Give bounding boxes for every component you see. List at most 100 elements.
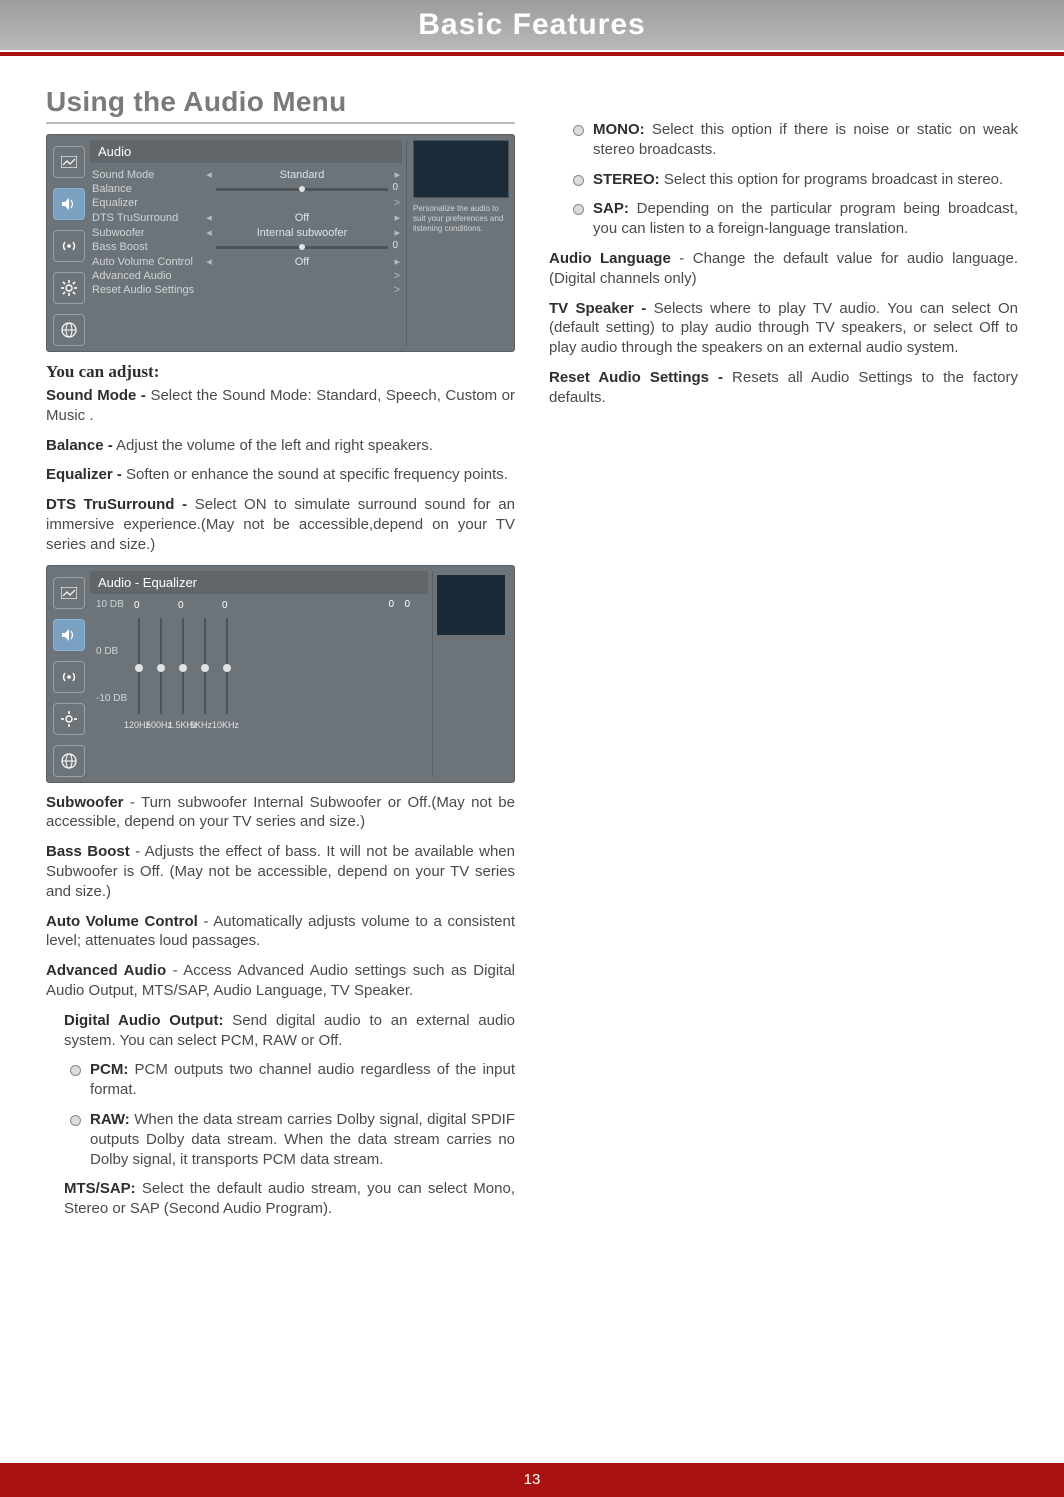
settings-icon[interactable] (53, 703, 85, 735)
sublist-mts-opts: MONO: Select this option if there is noi… (567, 120, 1018, 358)
para-dao: Digital Audio Output: Send digital audio… (64, 1011, 515, 1051)
para-subwoofer: Subwoofer - Turn subwoofer Internal Subw… (46, 793, 515, 833)
para-bass: Bass Boost - Adjusts the effect of bass.… (46, 842, 515, 901)
chevron-right-icon[interactable]: > (390, 284, 400, 296)
eq-slider[interactable]: 01.5KHz (182, 618, 184, 714)
section-title: Using the Audio Menu (46, 86, 515, 118)
label: Subwoofer (92, 227, 204, 239)
eq-y-axis: 10 DB 0 DB -10 DB (96, 599, 127, 704)
label: Equalizer (92, 197, 204, 209)
label: Balance (92, 183, 204, 195)
bullet-stereo: STEREO: Select this option for programs … (567, 170, 1018, 190)
sublist-dao: Digital Audio Output: Send digital audio… (64, 1011, 515, 1219)
bullet-pcm: PCM: PCM outputs two channel audio regar… (64, 1060, 515, 1100)
section-rule (46, 122, 515, 124)
page-number: 13 (524, 1471, 541, 1488)
right-arrow-icon[interactable]: ▸ (390, 211, 400, 224)
eq-slider[interactable]: 500Hz (160, 618, 162, 714)
header-banner: Basic Features (0, 0, 1064, 50)
row-dts[interactable]: DTS TruSurround ◂ Off ▸ (90, 210, 402, 225)
eq-slider[interactable]: 0120Hz (138, 618, 140, 714)
network-icon[interactable] (53, 314, 85, 346)
broadcast-icon[interactable] (53, 661, 85, 693)
label: Advanced Audio (92, 270, 204, 282)
para-audiolang: Audio Language - Change the default valu… (549, 249, 1018, 289)
equalizer-menu: Audio - Equalizer 10 DB 0 DB -10 DB 0 0 … (46, 565, 515, 783)
equalizer-title: Audio - Equalizer (90, 571, 428, 594)
row-advanced[interactable]: Advanced Audio > (90, 269, 402, 283)
para-balance: Balance - Adjust the volume of the left … (46, 436, 515, 456)
para-mts: MTS/SAP: Select the default audio stream… (64, 1179, 515, 1219)
left-arrow-icon[interactable]: ◂ (204, 211, 214, 224)
label: Auto Volume Control (92, 256, 204, 268)
value: Internal subwoofer (214, 227, 390, 239)
para-equalizer: Equalizer - Soften or enhance the sound … (46, 465, 515, 485)
row-avc[interactable]: Auto Volume Control ◂ Off ▸ (90, 254, 402, 269)
label: DTS TruSurround (92, 212, 204, 224)
header-rule (0, 52, 1064, 56)
row-sound-mode[interactable]: Sound Mode ◂ Standard ▸ (90, 167, 402, 182)
left-arrow-icon[interactable]: ◂ (204, 255, 214, 268)
audio-icon[interactable] (53, 619, 85, 651)
value: Off (214, 256, 390, 268)
para-adv: Advanced Audio - Access Advanced Audio s… (46, 961, 515, 1001)
label: Bass Boost (92, 241, 204, 253)
audio-icon[interactable] (53, 188, 85, 220)
para-reset: Reset Audio Settings - Resets all Audio … (549, 368, 1018, 408)
picture-icon[interactable] (53, 577, 85, 609)
left-arrow-icon[interactable]: ◂ (204, 226, 214, 239)
y-mid: 0 DB (96, 646, 127, 657)
settings-icon[interactable] (53, 272, 85, 304)
value: Standard (214, 169, 390, 181)
para-dts: DTS TruSurround - Select ON to simulate … (46, 495, 515, 554)
chevron-right-icon[interactable]: > (390, 270, 400, 282)
network-icon[interactable] (53, 745, 85, 777)
menu-icon-rail (52, 140, 86, 346)
para-sound-mode: Sound Mode - Select the Sound Mode: Stan… (46, 386, 515, 426)
right-column: MONO: Select this option if there is noi… (549, 80, 1018, 1447)
eq-slider[interactable]: 010KHz (226, 618, 228, 714)
y-hi: 10 DB (96, 599, 127, 610)
row-reset[interactable]: Reset Audio Settings > (90, 283, 402, 297)
bass-slider[interactable]: 0 (216, 246, 388, 249)
bullet-mono: MONO: Select this option if there is noi… (567, 120, 1018, 160)
balance-slider[interactable]: 0 (216, 188, 388, 191)
eq-sliders: 0120Hz 500Hz 01.5KHz 5KHz 010KHz (132, 598, 428, 716)
label: Reset Audio Settings (92, 284, 390, 296)
left-arrow-icon[interactable]: ◂ (204, 168, 214, 181)
right-arrow-icon[interactable]: ▸ (390, 168, 400, 181)
para-tvspeaker: TV Speaker - Selects where to play TV au… (549, 299, 1018, 358)
right-arrow-icon[interactable]: ▸ (390, 226, 400, 239)
bullet-raw: RAW: When the data stream carries Dolby … (64, 1110, 515, 1169)
page: Basic Features Using the Audio Menu Audi… (0, 0, 1064, 1497)
row-balance[interactable]: Balance 0 (90, 182, 402, 196)
audio-menu: Audio Sound Mode ◂ Standard ▸ Balance 0 (46, 134, 515, 352)
left-column: Using the Audio Menu Audio Sound Mode ◂ (46, 80, 515, 1447)
bullet-sap: SAP: Depending on the particular program… (567, 199, 1018, 239)
right-arrow-icon[interactable]: ▸ (390, 255, 400, 268)
menu-title: Audio (90, 140, 402, 163)
value: Off (214, 212, 390, 224)
equalizer-body: Audio - Equalizer 10 DB 0 DB -10 DB 0 0 … (90, 571, 428, 777)
preview-thumbnail (413, 140, 509, 198)
label: Sound Mode (92, 169, 204, 181)
content: Using the Audio Menu Audio Sound Mode ◂ (46, 80, 1018, 1447)
broadcast-icon[interactable] (53, 230, 85, 262)
footer: 13 (0, 1463, 1064, 1497)
row-subwoofer[interactable]: Subwoofer ◂ Internal subwoofer ▸ (90, 225, 402, 240)
header-title: Basic Features (418, 8, 645, 41)
y-lo: -10 DB (96, 693, 127, 704)
row-bass[interactable]: Bass Boost 0 (90, 240, 402, 254)
menu-side-panel: Personalize the audio to suit your prefe… (406, 140, 509, 346)
eq-slider[interactable]: 5KHz (204, 618, 206, 714)
preview-thumbnail (437, 575, 505, 635)
row-equalizer[interactable]: Equalizer > (90, 196, 402, 210)
para-avc: Auto Volume Control - Automatically adju… (46, 912, 515, 952)
picture-icon[interactable] (53, 146, 85, 178)
menu-body: Audio Sound Mode ◂ Standard ▸ Balance 0 (90, 140, 402, 346)
adjust-heading: You can adjust: (46, 362, 515, 382)
chevron-right-icon[interactable]: > (390, 197, 400, 209)
menu-icon-rail (52, 571, 86, 777)
side-help-text: Personalize the audio to suit your prefe… (413, 204, 509, 234)
eq-side-panel (432, 571, 509, 777)
